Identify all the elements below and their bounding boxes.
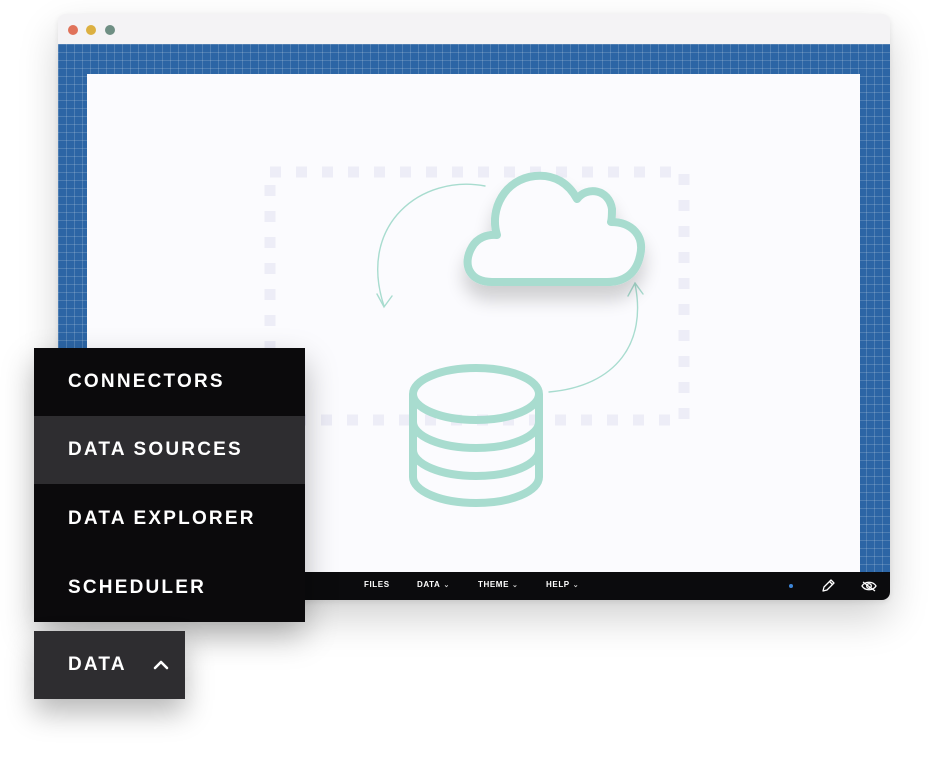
preview-eye-icon[interactable] [860, 577, 878, 595]
menu-item-label: CONNECTORS [68, 371, 225, 392]
edit-pencil-icon[interactable] [819, 577, 837, 595]
chevron-down-icon: ⌄ [512, 582, 519, 589]
minimize-window-button[interactable] [86, 25, 96, 35]
chevron-down-icon: ⌄ [443, 582, 450, 589]
database-icon [409, 364, 543, 507]
cloud-icon [463, 171, 646, 286]
app-screenshot: FILES DATA ⌄ THEME ⌄ HELP ⌄ CONNECTORS D… [0, 0, 942, 774]
dotted-frame [264, 166, 690, 426]
menu-item-data-explorer[interactable]: DATA EXPLORER [34, 485, 305, 553]
zoom-window-button[interactable] [105, 25, 115, 35]
data-menu-button-label: DATA [68, 654, 127, 675]
toolbar-help-menu[interactable]: HELP ⌄ [546, 580, 579, 589]
menu-item-label: DATA EXPLORER [68, 508, 256, 529]
menu-item-connectors[interactable]: CONNECTORS [34, 348, 305, 416]
menu-item-data-sources[interactable]: DATA SOURCES [34, 416, 305, 484]
status-indicator [789, 584, 793, 588]
close-window-button[interactable] [68, 25, 78, 35]
chevron-down-icon: ⌄ [572, 582, 580, 589]
toolbar-theme-label: THEME [478, 580, 509, 589]
data-dropdown-menu: CONNECTORS DATA SOURCES DATA EXPLORER SC… [34, 348, 305, 622]
menu-item-scheduler[interactable]: SCHEDULER [34, 554, 305, 622]
toolbar-help-label: HELP [546, 580, 570, 589]
menu-item-label: DATA SOURCES [68, 439, 243, 460]
toolbar-files-menu[interactable]: FILES [364, 580, 390, 589]
window-titlebar [58, 14, 890, 44]
menu-item-label: SCHEDULER [68, 577, 207, 598]
toolbar-theme-menu[interactable]: THEME ⌄ [478, 580, 518, 589]
toolbar-data-label: DATA [417, 580, 441, 589]
chevron-up-icon [153, 660, 169, 670]
toolbar-files-label: FILES [364, 580, 390, 589]
data-menu-button[interactable]: DATA [34, 631, 185, 699]
toolbar-data-menu[interactable]: DATA ⌄ [417, 580, 450, 589]
